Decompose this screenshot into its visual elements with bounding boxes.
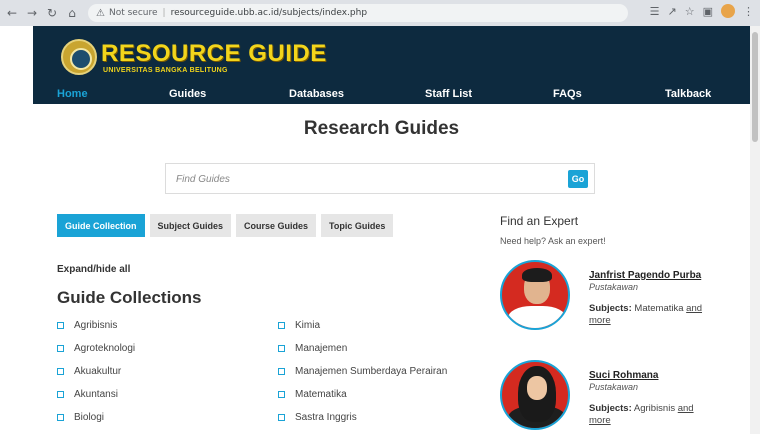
search-form: Go	[165, 163, 595, 194]
collection-label: Kimia	[295, 320, 321, 331]
share-icon[interactable]: ↗	[668, 5, 677, 18]
translate-icon[interactable]: ☰	[650, 5, 660, 18]
list-item[interactable]: Akuntansi	[57, 383, 135, 406]
collection-label: Manajemen Sumberdaya Perairan	[295, 366, 448, 377]
security-label: Not secure	[108, 8, 158, 18]
avatar-body-shape	[508, 306, 566, 328]
expand-box-icon	[278, 322, 285, 329]
back-arrow-icon[interactable]: ←	[4, 5, 20, 21]
omnibox-divider: |	[162, 8, 166, 18]
more-link[interactable]: more	[589, 315, 611, 326]
collections-list-right: Kimia Manajemen Manajemen Sumberdaya Per…	[278, 314, 447, 429]
side-panel-icon[interactable]: ▣	[703, 5, 713, 18]
avatar-hair-shape	[522, 268, 552, 282]
site-header: RESOURCE GUIDE UNIVERSITAS BANGKA BELITU…	[33, 26, 750, 104]
list-item[interactable]: Manajemen	[278, 337, 447, 360]
site-logo[interactable]: RESOURCE GUIDE UNIVERSITAS BANGKA BELITU…	[61, 35, 327, 79]
collections-heading: Guide Collections	[57, 288, 202, 307]
collection-label: Akuakultur	[74, 366, 122, 377]
expert-name-link[interactable]: Janfrist Pagendo Purba	[589, 270, 701, 281]
nav-home[interactable]: Home	[57, 88, 88, 100]
list-item[interactable]: Agroteknologi	[57, 337, 135, 360]
collection-label: Biologi	[74, 412, 105, 423]
tab-subject-guides[interactable]: Subject Guides	[149, 214, 232, 237]
list-item[interactable]: Manajemen Sumberdaya Perairan	[278, 360, 447, 383]
expand-box-icon	[57, 391, 64, 398]
expand-box-icon	[57, 414, 64, 421]
list-item[interactable]: Sastra Inggris	[278, 406, 447, 429]
url-text: resourceguide.ubb.ac.id/subjects/index.p…	[170, 8, 368, 18]
subjects-label: Subjects:	[589, 303, 632, 314]
nav-talkback[interactable]: Talkback	[665, 88, 711, 100]
page-title: Research Guides	[303, 118, 460, 139]
menu-kebab-icon[interactable]: ⋮	[743, 5, 754, 18]
search-input[interactable]	[176, 170, 556, 188]
collection-label: Manajemen	[295, 343, 348, 354]
search-go-button[interactable]: Go	[568, 170, 588, 188]
more-link[interactable]: more	[589, 415, 611, 426]
collection-label: Matematika	[295, 389, 347, 400]
expert-subjects: Subjects: Matematika and more	[589, 303, 707, 327]
expert-role: Pustakawan	[589, 382, 639, 392]
tab-course-guides[interactable]: Course Guides	[236, 214, 317, 237]
bookmark-star-icon[interactable]: ☆	[685, 5, 695, 18]
expert-name-link[interactable]: Suci Rohmana	[589, 370, 658, 381]
avatar-face-shape	[527, 376, 547, 400]
nav-guides[interactable]: Guides	[169, 88, 206, 100]
find-expert-subtitle: Need help? Ask an expert!	[500, 236, 606, 246]
address-bar[interactable]: ⚠ Not secure | resourceguide.ubb.ac.id/s…	[88, 4, 628, 22]
scrollbar-thumb[interactable]	[752, 32, 758, 142]
and-link[interactable]: and	[678, 403, 694, 414]
expert-subjects: Subjects: Agribisnis and more	[589, 403, 707, 427]
warning-icon: ⚠	[96, 7, 105, 19]
and-link[interactable]: and	[686, 303, 702, 314]
expand-hide-all-link[interactable]: Expand/hide all	[57, 264, 130, 275]
avatar[interactable]	[500, 360, 570, 430]
collections-list-left: Agribisnis Agroteknologi Akuakultur Akun…	[57, 314, 135, 429]
list-item[interactable]: Akuakultur	[57, 360, 135, 383]
expert-subject: Matematika	[634, 303, 684, 314]
nav-databases[interactable]: Databases	[289, 88, 344, 100]
expand-box-icon	[278, 414, 285, 421]
list-item[interactable]: Kimia	[278, 314, 447, 337]
forward-arrow-icon[interactable]: →	[24, 5, 40, 21]
expert-role: Pustakawan	[589, 282, 639, 292]
browser-actions: ☰ ↗ ☆ ▣ ⋮	[650, 4, 754, 18]
expand-box-icon	[57, 345, 64, 352]
collection-label: Sastra Inggris	[295, 412, 357, 423]
collection-label: Agroteknologi	[74, 343, 136, 354]
expand-box-icon	[57, 368, 64, 375]
nav-staff-list[interactable]: Staff List	[425, 88, 472, 100]
page-scrollbar[interactable]	[750, 26, 760, 434]
expand-box-icon	[57, 322, 64, 329]
logo-title: RESOURCE GUIDE	[101, 39, 327, 67]
expert-subject: Agribisnis	[633, 403, 676, 414]
collection-label: Agribisnis	[74, 320, 118, 331]
list-item[interactable]: Biologi	[57, 406, 135, 429]
list-item[interactable]: Agribisnis	[57, 314, 135, 337]
university-seal-icon	[61, 39, 97, 75]
expand-box-icon	[278, 368, 285, 375]
logo-subtitle: UNIVERSITAS BANGKA BELITUNG	[103, 66, 228, 74]
tab-topic-guides[interactable]: Topic Guides	[321, 214, 394, 237]
nav-faqs[interactable]: FAQs	[553, 88, 582, 100]
collection-label: Akuntansi	[74, 389, 118, 400]
find-expert-heading: Find an Expert	[500, 214, 579, 228]
reload-icon[interactable]: ↻	[44, 5, 60, 21]
home-icon[interactable]: ⌂	[64, 5, 80, 21]
main-navigation: Home Guides Databases Staff List FAQs Ta…	[33, 86, 750, 104]
expand-box-icon	[278, 345, 285, 352]
list-item[interactable]: Matematika	[278, 383, 447, 406]
avatar[interactable]	[500, 260, 570, 330]
browser-toolbar: ← → ↻ ⌂ ⚠ Not secure | resourceguide.ubb…	[0, 0, 760, 26]
guide-tabs: Guide Collection Subject Guides Course G…	[57, 214, 394, 237]
subjects-label: Subjects:	[589, 403, 632, 414]
profile-avatar-icon[interactable]	[721, 4, 735, 18]
expand-box-icon	[278, 391, 285, 398]
tab-guide-collection[interactable]: Guide Collection	[57, 214, 145, 237]
